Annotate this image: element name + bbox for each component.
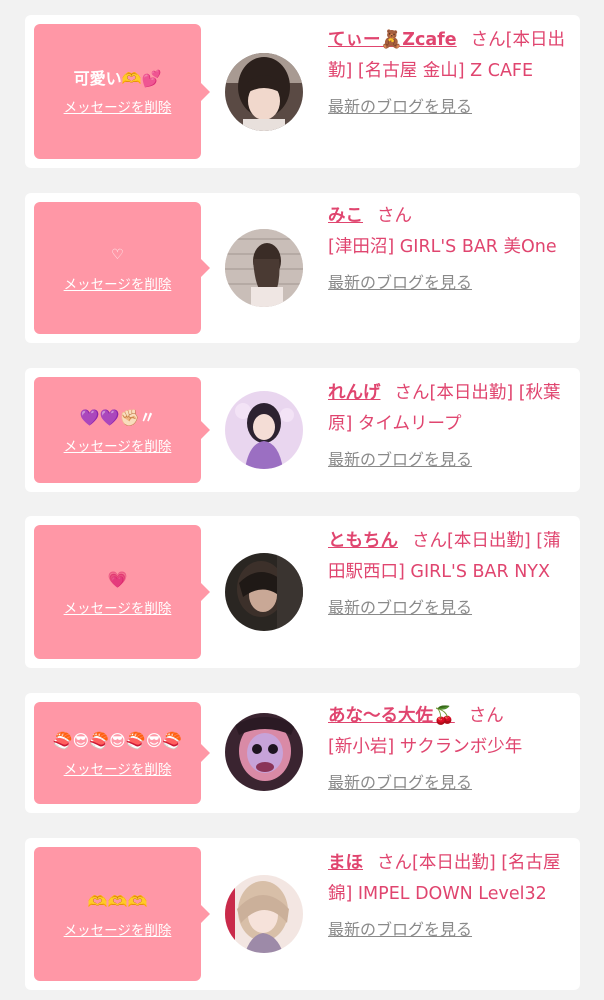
- list-item: 可愛い🫶💕 メッセージを削除 てぃー🧸Zcafe さん[本日出勤] [名古屋 金山…: [25, 15, 580, 168]
- message-text: 💜💜✊🏻〃: [79, 407, 156, 427]
- honorific: さん: [468, 706, 504, 726]
- message-bubble: ♡ メッセージを削除: [34, 202, 210, 334]
- avatar[interactable]: [225, 391, 303, 469]
- latest-blog-link[interactable]: 最新のブログを見る: [328, 95, 573, 119]
- cast-message-list: 可愛い🫶💕 メッセージを削除 てぃー🧸Zcafe さん[本日出勤] [名古屋 金山…: [0, 0, 604, 1000]
- latest-blog-link[interactable]: 最新のブログを見る: [328, 448, 573, 472]
- delete-message-link[interactable]: メッセージを削除: [64, 919, 172, 939]
- latest-blog-link[interactable]: 最新のブログを見る: [328, 771, 573, 795]
- cast-info: れんげ さん[本日出勤] [秋葉原] タイムリープ 最新のブログを見る: [328, 378, 573, 472]
- cast-name-link[interactable]: みこ: [328, 206, 363, 226]
- honorific: さん: [470, 30, 506, 50]
- message-text: 可愛い🫶💕: [73, 69, 162, 88]
- cast-name-link[interactable]: あな〜る大佐🍒: [328, 706, 455, 726]
- list-item: 💗 メッセージを削除 ともちん さん[本日出勤] [蒲田駅西口] GIRL'S B…: [25, 516, 580, 668]
- cast-name-link[interactable]: ともちん: [328, 531, 398, 551]
- delete-message-link[interactable]: メッセージを削除: [64, 597, 172, 617]
- delete-message-link[interactable]: メッセージを削除: [64, 96, 172, 116]
- honorific: さん: [377, 206, 412, 226]
- message-bubble: 可愛い🫶💕 メッセージを削除: [34, 24, 210, 159]
- list-item: 🍣😎🍣😎🍣😎🍣 メッセージを削除 あな〜る大佐🍒 さん [新小岩] サクランボ少年 …: [25, 693, 580, 813]
- avatar[interactable]: [225, 553, 303, 631]
- cast-details: [津田沼] GIRL'S BAR 美One: [328, 237, 557, 257]
- list-item: ♡ メッセージを削除 みこ さん [津田沼] GIRL'S BAR 美One 最新の…: [25, 193, 580, 343]
- message-text: ♡: [111, 246, 124, 263]
- latest-blog-link[interactable]: 最新のブログを見る: [328, 596, 573, 620]
- honorific: さん: [377, 853, 412, 873]
- cast-info: みこ さん [津田沼] GIRL'S BAR 美One 最新のブログを見る: [328, 201, 573, 295]
- honorific: さん: [412, 531, 447, 551]
- avatar[interactable]: [225, 875, 303, 953]
- avatar[interactable]: [225, 713, 303, 791]
- delete-message-link[interactable]: メッセージを削除: [64, 758, 172, 778]
- list-item: 🫶🫶🫶 メッセージを削除 まほ さん[本日出勤] [名古屋 錦] IMPEL DO…: [25, 838, 580, 990]
- cast-details: [新小岩] サクランボ少年: [328, 737, 523, 757]
- avatar[interactable]: [225, 229, 303, 307]
- message-text: 🫶🫶🫶: [87, 891, 148, 911]
- list-item: 💜💜✊🏻〃 メッセージを削除 れんげ さん[本日出勤] [秋葉原] タイムリープ …: [25, 368, 580, 492]
- message-bubble: 💗 メッセージを削除: [34, 525, 210, 659]
- latest-blog-link[interactable]: 最新のブログを見る: [328, 271, 573, 295]
- cast-info: まほ さん[本日出勤] [名古屋 錦] IMPEL DOWN Level32 最新…: [328, 848, 573, 942]
- message-text: 💗: [107, 569, 128, 589]
- message-bubble: 🍣😎🍣😎🍣😎🍣 メッセージを削除: [34, 702, 210, 804]
- delete-message-link[interactable]: メッセージを削除: [64, 435, 172, 455]
- cast-name-link[interactable]: てぃー🧸Zcafe: [328, 30, 457, 50]
- cast-info: あな〜る大佐🍒 さん [新小岩] サクランボ少年 最新のブログを見る: [328, 701, 573, 795]
- cast-info: てぃー🧸Zcafe さん[本日出勤] [名古屋 金山] Z CAFE 最新のブログ…: [328, 25, 573, 119]
- delete-message-link[interactable]: メッセージを削除: [64, 273, 172, 293]
- avatar[interactable]: [225, 53, 303, 131]
- honorific: さん: [394, 383, 430, 403]
- message-bubble: 💜💜✊🏻〃 メッセージを削除: [34, 377, 210, 483]
- message-bubble: 🫶🫶🫶 メッセージを削除: [34, 847, 210, 981]
- cast-name-link[interactable]: まほ: [328, 853, 363, 873]
- cast-name-link[interactable]: れんげ: [328, 383, 381, 403]
- message-text: 🍣😎🍣😎🍣😎🍣: [52, 730, 183, 750]
- cast-info: ともちん さん[本日出勤] [蒲田駅西口] GIRL'S BAR NYX 最新のブ…: [328, 526, 573, 620]
- latest-blog-link[interactable]: 最新のブログを見る: [328, 918, 573, 942]
